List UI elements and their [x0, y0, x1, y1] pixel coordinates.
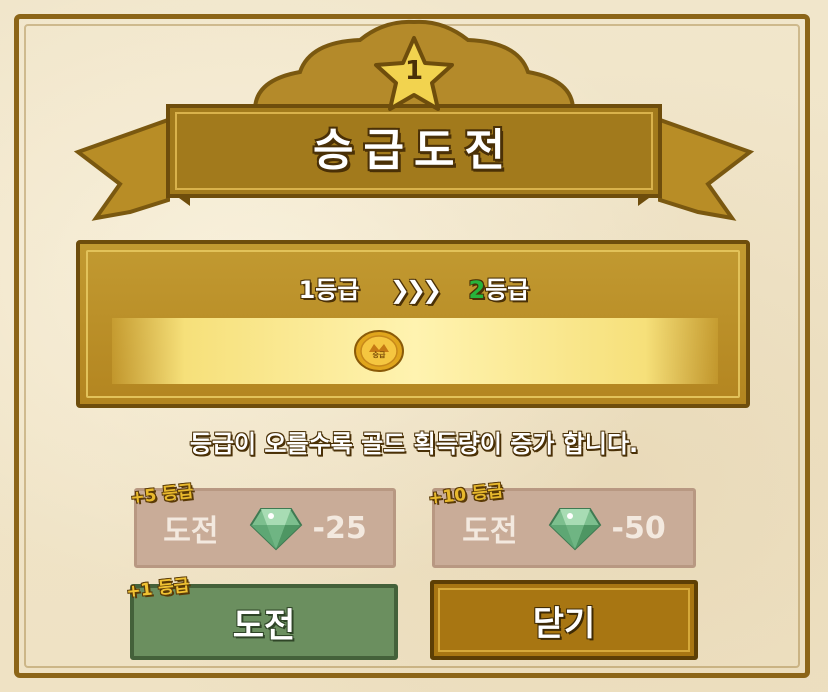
grade-arrows: ❯❯❯	[389, 276, 442, 304]
challenge-1-label: 도전	[232, 605, 296, 646]
challenge-5-label: 도전	[163, 514, 219, 549]
coin-icon: 승급	[354, 330, 404, 372]
ribbon-left-tail	[73, 117, 170, 221]
grade-progress-row: 1등급 ❯❯❯ 2등급	[0, 270, 828, 305]
coin-label: 승급	[373, 350, 386, 359]
next-grade-number: 2	[468, 276, 486, 304]
gem-icon	[548, 508, 601, 551]
popup-title: 승급도전	[313, 125, 515, 176]
info-text: 등급이 오를수록 골드 획득량이 증가 합니다.	[189, 430, 639, 458]
ribbon-right-tail	[658, 117, 755, 221]
close-label: 닫기	[532, 603, 596, 644]
challenge-5-cost: -25	[312, 510, 367, 546]
next-grade-suffix: 등급	[485, 276, 530, 304]
rank-number: 1	[404, 56, 424, 86]
close-button[interactable]: 닫기	[430, 580, 698, 660]
current-grade: 1등급	[298, 276, 360, 304]
challenge-10-label: 도전	[462, 514, 518, 549]
gem-icon	[249, 508, 302, 551]
challenge-10-cost: -50	[611, 510, 666, 546]
gold-glow-bar	[112, 318, 718, 384]
